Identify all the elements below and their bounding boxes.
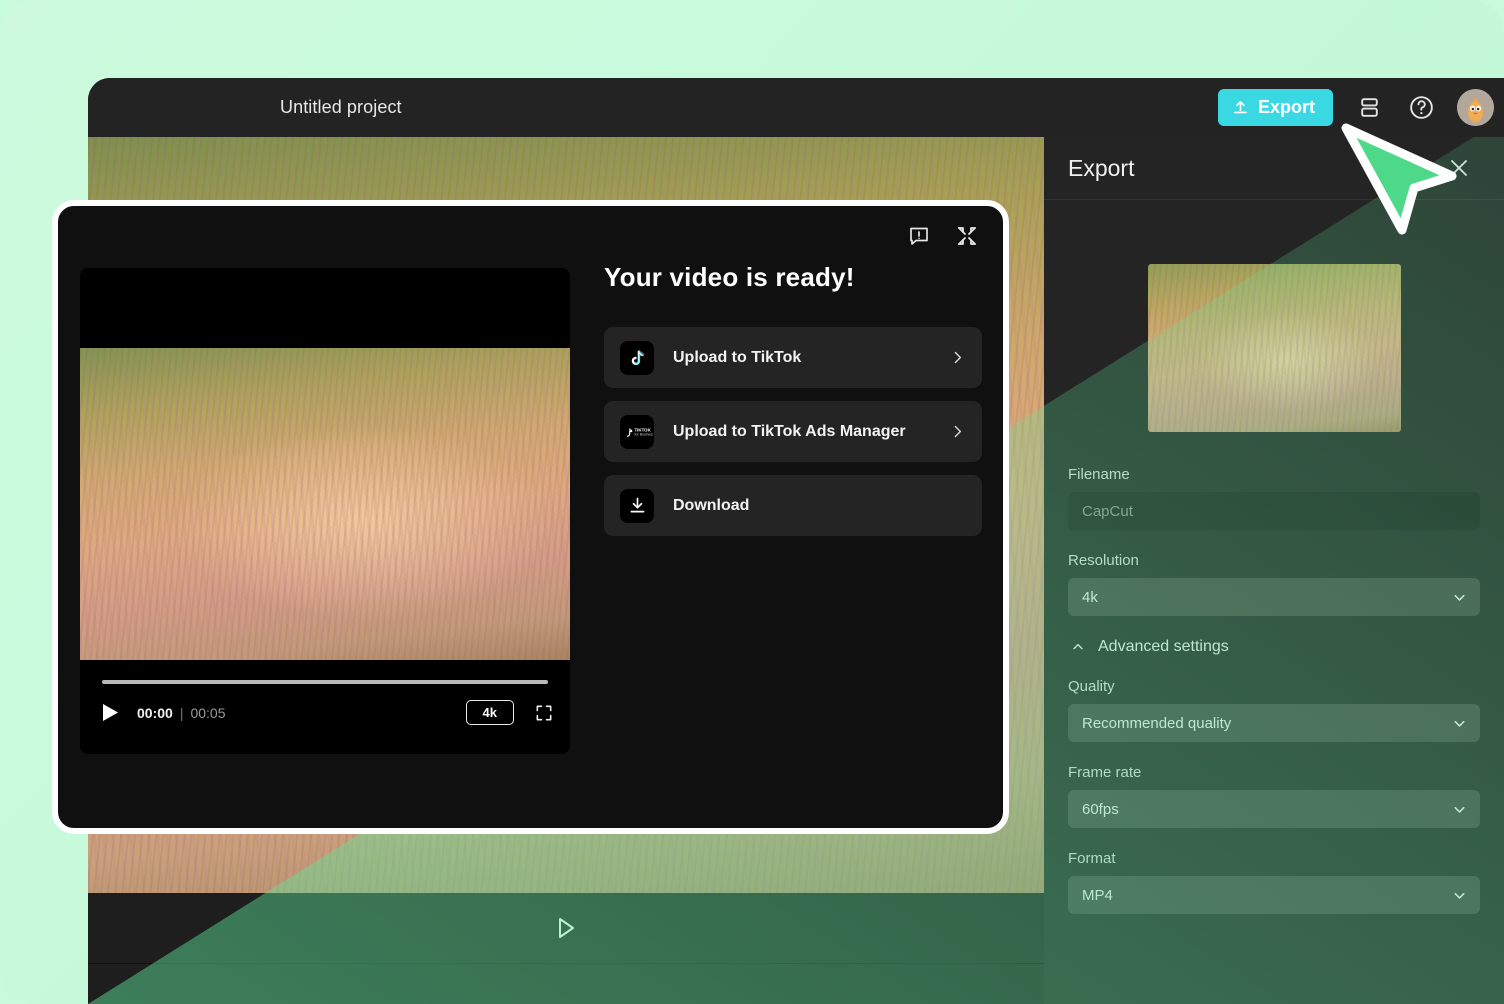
topbar-actions: Export xyxy=(1217,89,1494,126)
time-display: 00:00 | 00:05 xyxy=(137,705,226,721)
player-controls-row: 00:00 | 00:05 4k xyxy=(102,700,554,725)
duration: 00:05 xyxy=(190,704,226,721)
tiktok-ads-manager-icon: TIKTOK for Business xyxy=(620,414,654,449)
export-panel-header: Export xyxy=(1044,137,1504,199)
time-separator: | xyxy=(179,704,184,721)
help-icon[interactable] xyxy=(1405,92,1437,124)
quality-select[interactable]: Recommended quality xyxy=(1068,704,1480,742)
chevron-up-icon xyxy=(1070,639,1086,655)
quality-label: Quality xyxy=(1068,678,1115,695)
resolution-label: Resolution xyxy=(1068,552,1139,569)
close-icon[interactable] xyxy=(1446,155,1472,181)
modal-preview-column: 00:00|00:05 4k Filename: CapCut.mp4 F xyxy=(80,268,570,754)
option-label: Upload to TikTok xyxy=(673,348,802,366)
play-icon[interactable] xyxy=(555,916,577,940)
framerate-select[interactable]: 60fps xyxy=(1068,790,1480,828)
chevron-down-icon xyxy=(1451,887,1468,904)
option-label: Upload to TikTok Ads Manager xyxy=(673,422,906,440)
timeline-area[interactable] xyxy=(88,964,1044,1004)
export-button[interactable]: Export xyxy=(1217,89,1333,126)
export-panel: Select track to make adjustments Export … xyxy=(1044,137,1504,1004)
layers-icon[interactable] xyxy=(1353,92,1385,124)
chevron-down-icon xyxy=(1451,589,1468,606)
resolution-select[interactable]: 4k xyxy=(1068,578,1480,616)
export-panel-title: Export xyxy=(1068,154,1135,181)
filename-input[interactable]: CapCut xyxy=(1068,492,1480,530)
modal-header-icons xyxy=(907,224,979,248)
panel-divider xyxy=(1044,199,1504,200)
upload-to-tiktok-button[interactable]: Upload to TikTok xyxy=(604,327,982,388)
export-settings: Filename CapCut Resolution 4k Advanced s… xyxy=(1044,432,1504,914)
format-label: Format xyxy=(1068,850,1116,867)
framerate-value: 60fps xyxy=(1082,800,1119,818)
current-time: 00:00 xyxy=(137,704,173,721)
chevron-right-icon xyxy=(949,349,966,366)
preview-play-row xyxy=(88,893,1044,963)
format-select[interactable]: MP4 xyxy=(1068,876,1480,914)
video-player: 00:00 | 00:05 4k xyxy=(80,268,570,754)
upload-to-tiktok-ads-manager-button[interactable]: TIKTOK for Business Upload to TikTok Ads… xyxy=(604,401,982,462)
modal-actions-column: Your video is ready! Upload to TikTok TI… xyxy=(604,262,982,549)
collapse-icon[interactable] xyxy=(955,224,979,248)
export-thumbnail xyxy=(1147,264,1401,432)
svg-text:for Business: for Business xyxy=(635,432,654,436)
avatar[interactable] xyxy=(1457,89,1494,126)
framerate-label: Frame rate xyxy=(1068,764,1142,781)
chevron-right-icon xyxy=(949,423,966,440)
option-label: Download xyxy=(673,496,750,514)
quality-value: Recommended quality xyxy=(1082,714,1232,732)
export-button-label: Export xyxy=(1257,97,1315,117)
editor-topbar: Untitled project Export xyxy=(88,78,1504,137)
download-icon xyxy=(620,488,654,523)
resolution-badge[interactable]: 4k xyxy=(465,700,514,725)
chevron-down-icon xyxy=(1451,715,1468,732)
page-title[interactable]: Untitled project xyxy=(280,97,402,118)
upload-icon xyxy=(1232,99,1249,116)
progress-scrubber[interactable] xyxy=(102,680,548,684)
player-controls: 00:00 | 00:05 4k xyxy=(80,660,570,754)
advanced-settings-label: Advanced settings xyxy=(1098,638,1229,655)
feedback-icon[interactable] xyxy=(907,224,931,248)
advanced-settings-toggle[interactable]: Advanced settings xyxy=(1070,638,1480,656)
fullscreen-icon[interactable] xyxy=(534,703,554,723)
resolution-value: 4k xyxy=(1082,588,1098,606)
filename-label: Filename xyxy=(1068,466,1130,483)
modal-heading: Your video is ready! xyxy=(604,262,855,292)
play-button[interactable] xyxy=(102,703,119,722)
export-ready-modal: 00:00|00:05 4k Filename: CapCut.mp4 F xyxy=(52,200,1009,834)
tiktok-icon xyxy=(620,340,654,375)
video-frame xyxy=(80,348,570,660)
download-button[interactable]: Download xyxy=(604,475,982,536)
chevron-down-icon xyxy=(1451,801,1468,818)
format-value: MP4 xyxy=(1082,886,1113,904)
